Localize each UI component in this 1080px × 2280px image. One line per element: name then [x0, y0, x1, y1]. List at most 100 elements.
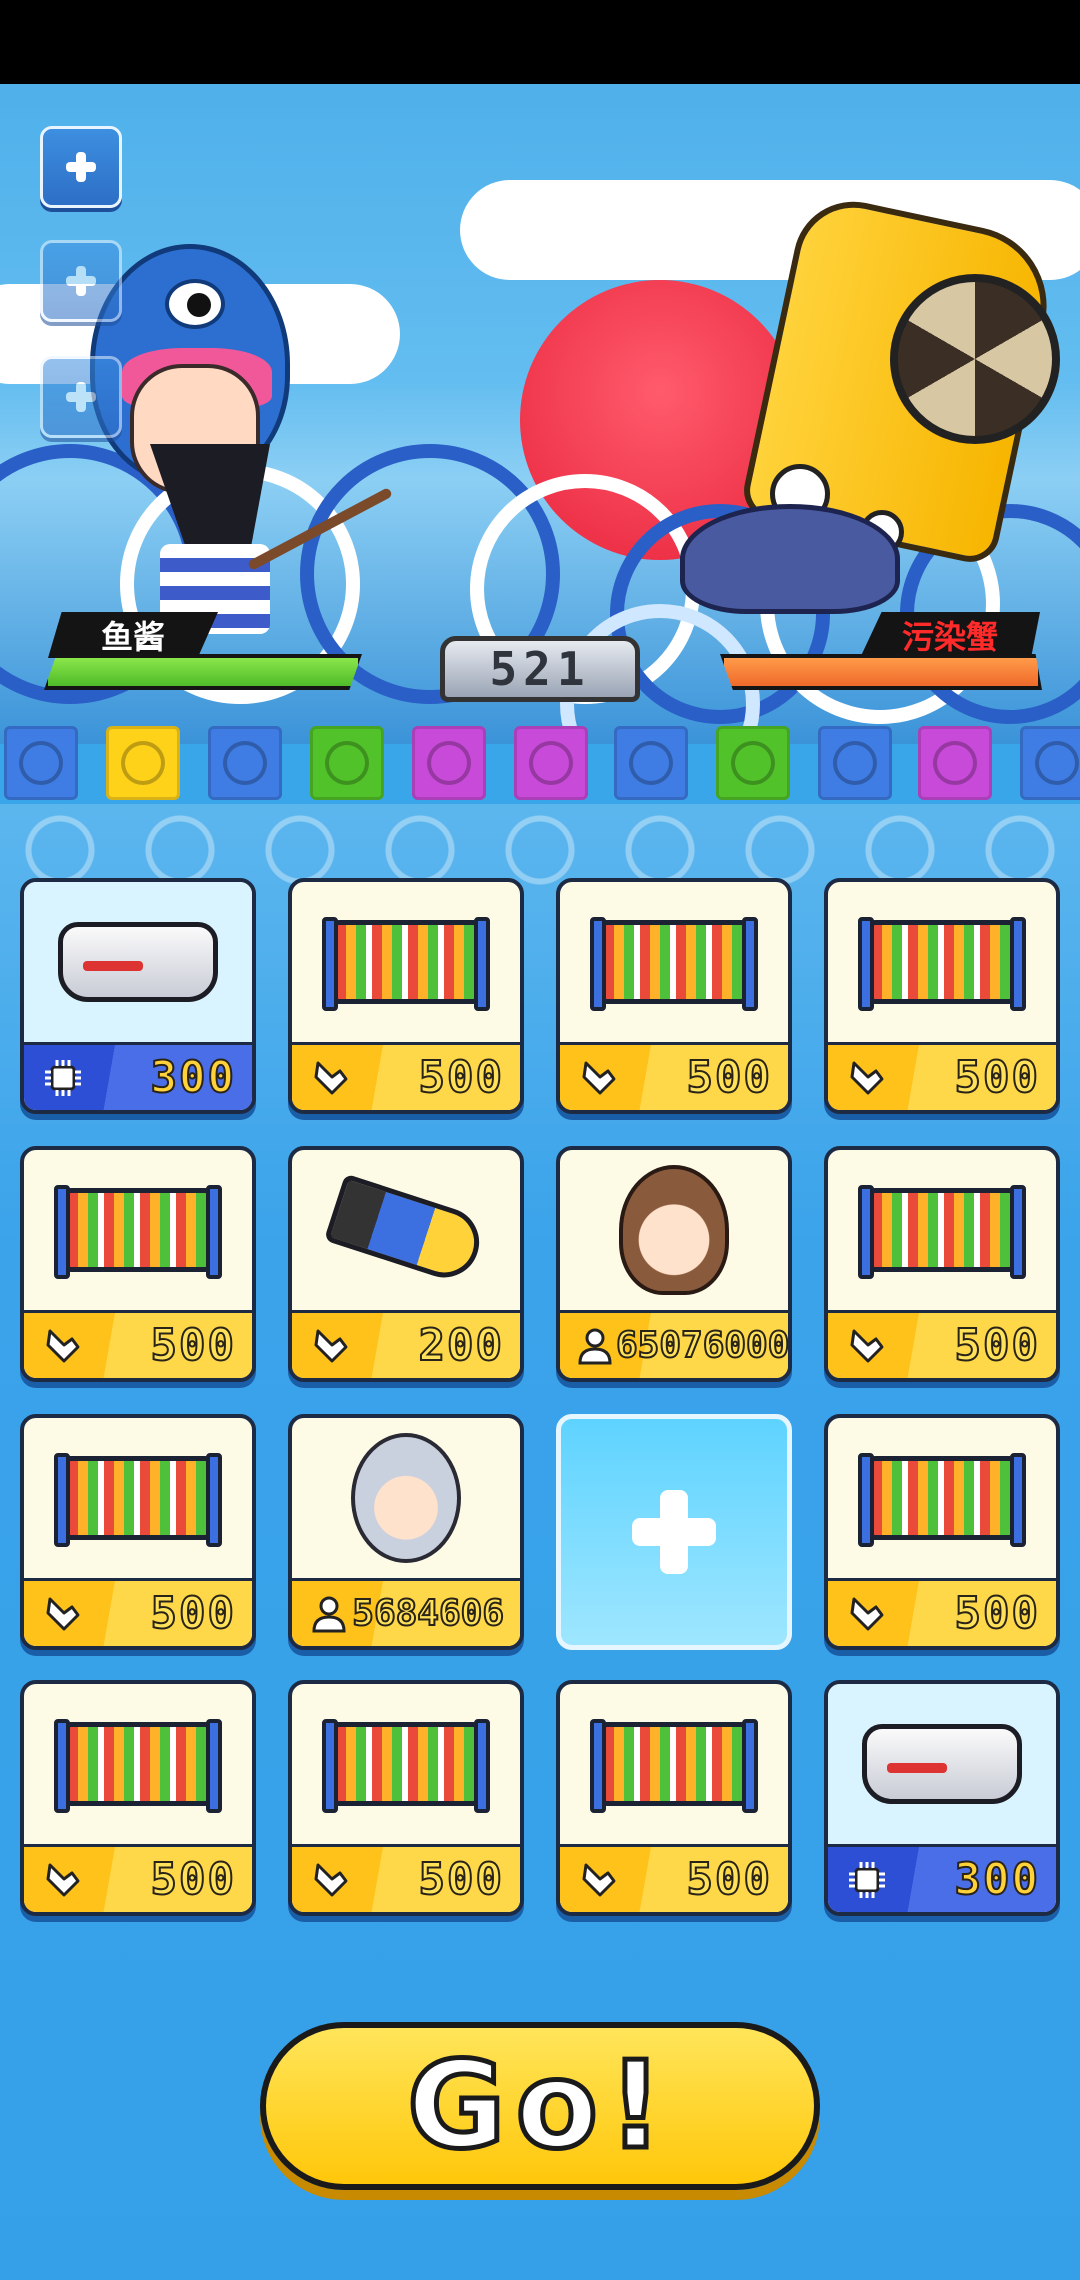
- cost-footer: 500: [828, 1578, 1056, 1646]
- gem-tile: [1020, 726, 1080, 800]
- abacus-image: [828, 882, 1056, 1042]
- abacus-icon: [858, 917, 1026, 1011]
- nuclear-bomb-icon: [323, 1173, 489, 1287]
- empty-slot-add-button[interactable]: [556, 1414, 792, 1650]
- radiation-icon: [890, 274, 1060, 444]
- cost-footer: 500: [24, 1844, 252, 1912]
- cost-value: 300: [954, 1853, 1040, 1906]
- orb-icon: [223, 741, 267, 785]
- orb-icon: [731, 741, 775, 785]
- item-card[interactable]: 500: [824, 878, 1060, 1114]
- cost-footer: 300: [828, 1844, 1056, 1912]
- item-card[interactable]: 65076000: [556, 1146, 792, 1382]
- item-card[interactable]: 500: [556, 878, 792, 1114]
- abacus-icon: [322, 1719, 490, 1813]
- go-button[interactable]: Go!: [260, 2022, 820, 2190]
- abacus-icon: [54, 1719, 222, 1813]
- cost-footer: 500: [560, 1844, 788, 1912]
- hand-icon: [574, 1855, 624, 1905]
- cost-value: 500: [954, 1587, 1040, 1640]
- vr-headset-icon: [58, 922, 218, 1002]
- vr-headset-image: [24, 882, 252, 1042]
- gem-tile: [818, 726, 892, 800]
- hand-icon: [38, 1589, 88, 1639]
- gem-tile: [614, 726, 688, 800]
- cost-value: 500: [150, 1587, 236, 1640]
- hand-icon: [842, 1589, 892, 1639]
- abacus-image: [828, 1150, 1056, 1310]
- gem-tile: [208, 726, 282, 800]
- cost-footer: 500: [24, 1578, 252, 1646]
- cost-footer: 500: [24, 1310, 252, 1378]
- cost-value: 65076000: [615, 1324, 790, 1367]
- hero-health-bar: [44, 654, 362, 690]
- cost-value: 500: [686, 1853, 772, 1906]
- cost-value: 500: [954, 1051, 1040, 1104]
- abacus-image: [24, 1150, 252, 1310]
- status-bar: [0, 0, 1080, 84]
- cost-footer: 200: [292, 1310, 520, 1378]
- pollution-crab-enemy: [680, 190, 1080, 674]
- hand-icon: [574, 1053, 624, 1103]
- cost-footer: 300: [24, 1042, 252, 1110]
- item-card[interactable]: 500: [824, 1414, 1060, 1650]
- gem-tile: [4, 726, 78, 800]
- item-card[interactable]: 500: [288, 1680, 524, 1916]
- enemy-name: 污染蟹: [860, 612, 1040, 658]
- gem-tile: [106, 726, 180, 800]
- orb-icon: [325, 741, 369, 785]
- hand-icon: [842, 1053, 892, 1103]
- gem-tile: [310, 726, 384, 800]
- orb-icon: [933, 741, 977, 785]
- chip-icon: [842, 1855, 892, 1905]
- gem-tile: [716, 726, 790, 800]
- abacus-icon: [322, 917, 490, 1011]
- gem-tile: [514, 726, 588, 800]
- item-card[interactable]: 500: [20, 1414, 256, 1650]
- item-card[interactable]: 500: [824, 1146, 1060, 1382]
- side-add-button[interactable]: [40, 356, 122, 438]
- cost-footer: 500: [560, 1042, 788, 1110]
- orb-icon: [629, 741, 673, 785]
- item-card[interactable]: 200: [288, 1146, 524, 1382]
- gem-tile: [918, 726, 992, 800]
- hand-icon: [306, 1855, 356, 1905]
- cost-footer: 500: [292, 1844, 520, 1912]
- abacus-image: [292, 1684, 520, 1844]
- item-card[interactable]: 500: [20, 1680, 256, 1916]
- person-icon: [574, 1321, 616, 1371]
- person-icon: [306, 1589, 352, 1639]
- plus-icon: [66, 266, 96, 296]
- gem-row: [0, 726, 1080, 804]
- hand-icon: [842, 1321, 892, 1371]
- vr-headset-icon: [862, 1724, 1022, 1804]
- cost-value: 5684606: [351, 1592, 505, 1635]
- abacus-icon: [590, 917, 758, 1011]
- side-add-button[interactable]: [40, 240, 122, 322]
- abacus-icon: [858, 1185, 1026, 1279]
- enemy-health-bar: [720, 654, 1042, 690]
- item-card[interactable]: 500: [20, 1146, 256, 1382]
- plus-icon: [66, 382, 96, 412]
- nuclear-bomb-image: [292, 1150, 520, 1310]
- abacus-icon: [54, 1185, 222, 1279]
- side-add-button[interactable]: [40, 126, 122, 208]
- cost-footer: 5684606: [292, 1578, 520, 1646]
- cost-value: 300: [150, 1051, 236, 1104]
- item-card[interactable]: 500: [288, 878, 524, 1114]
- item-card[interactable]: 300: [20, 878, 256, 1114]
- abacus-icon: [590, 1719, 758, 1813]
- abacus-image: [24, 1418, 252, 1578]
- cost-footer: 500: [292, 1042, 520, 1110]
- chip-icon: [38, 1053, 88, 1103]
- item-card[interactable]: 5684606: [288, 1414, 524, 1650]
- girl-character-icon: [619, 1165, 729, 1295]
- orb-icon: [529, 741, 573, 785]
- cost-value: 500: [150, 1853, 236, 1906]
- item-card[interactable]: 300: [824, 1680, 1060, 1916]
- abacus-icon: [858, 1453, 1026, 1547]
- cost-value: 500: [150, 1319, 236, 1372]
- orb-icon: [121, 741, 165, 785]
- hand-icon: [306, 1053, 356, 1103]
- item-card[interactable]: 500: [556, 1680, 792, 1916]
